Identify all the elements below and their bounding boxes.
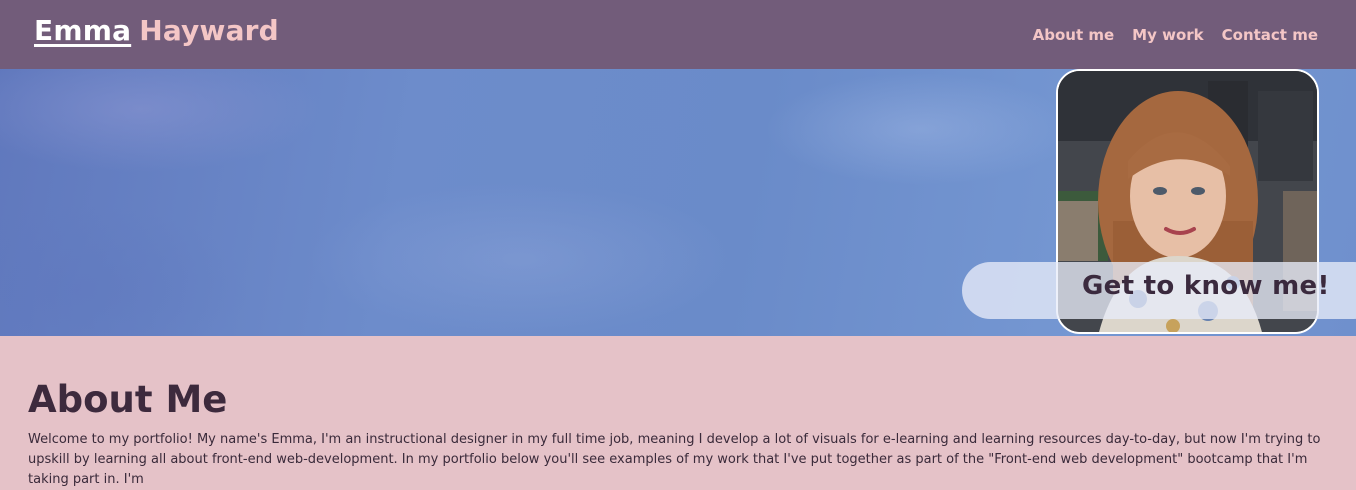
about-section-text: Welcome to my portfolio! My name's Emma,… xyxy=(28,432,1321,487)
about-section-title: About Me xyxy=(28,378,228,421)
nav-link-contact-me[interactable]: Contact me xyxy=(1222,26,1318,44)
site-brand[interactable]: Emma Hayward xyxy=(34,14,279,47)
brand-last-name: Hayward xyxy=(139,14,279,47)
main-nav: About me My work Contact me xyxy=(1033,26,1318,44)
brand-first-name[interactable]: Emma xyxy=(34,14,131,47)
top-navigation-bar: Emma Hayward About me My work Contact me xyxy=(0,0,1356,69)
nav-link-my-work[interactable]: My work xyxy=(1132,26,1203,44)
cta-heading: Get to know me! xyxy=(1082,271,1330,301)
nav-link-about-me[interactable]: About me xyxy=(1033,26,1115,44)
